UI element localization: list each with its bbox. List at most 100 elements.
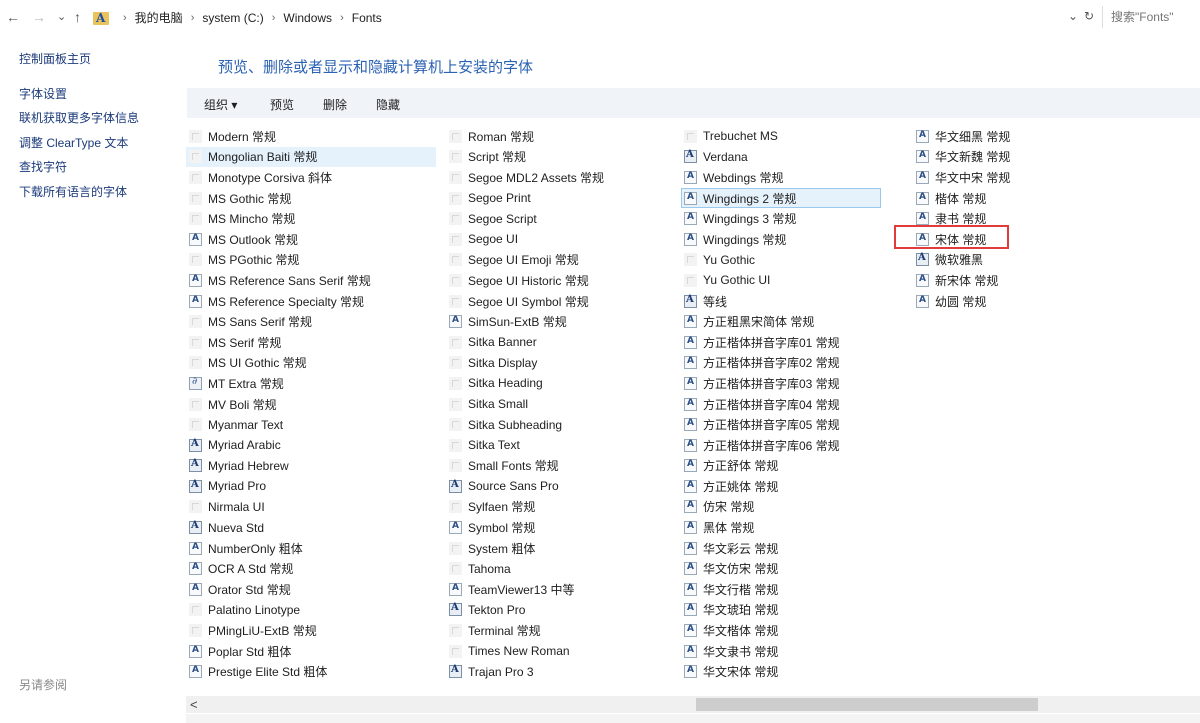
font-item[interactable]: Trebuchet MS <box>681 126 881 147</box>
font-item[interactable]: 华文楷体 常规 <box>681 620 881 641</box>
font-item[interactable]: Sitka Display <box>446 353 676 374</box>
forward-arrow-icon[interactable]: → <box>32 8 46 26</box>
font-item[interactable]: Myriad Pro <box>186 476 436 497</box>
font-item[interactable]: Nueva Std <box>186 517 436 538</box>
preview-button[interactable]: 预览 <box>270 96 294 113</box>
font-item[interactable]: 华文宋体 常规 <box>681 661 881 682</box>
font-item[interactable]: 华文细黑 常规 <box>913 126 1113 147</box>
font-item[interactable]: Webdings 常规 <box>681 167 881 188</box>
control-panel-home-link[interactable]: 控制面板主页 <box>19 50 91 67</box>
font-item[interactable]: 华文新魏 常规 <box>913 147 1113 168</box>
font-item[interactable]: Myriad Arabic <box>186 435 436 456</box>
font-item[interactable]: PMingLiU-ExtB 常规 <box>186 620 436 641</box>
sidebar-link-download-fonts[interactable]: 下载所有语言的字体 <box>19 183 127 200</box>
font-item[interactable]: MS Outlook 常规 <box>186 229 436 250</box>
font-item[interactable]: Segoe Print <box>446 188 676 209</box>
font-item[interactable]: SimSun-ExtB 常规 <box>446 311 676 332</box>
breadcrumb-separator[interactable]: › <box>272 12 276 24</box>
font-item[interactable]: Terminal 常规 <box>446 620 676 641</box>
sidebar-link-cleartype[interactable]: 调整 ClearType 文本 <box>19 134 128 151</box>
font-item[interactable]: Sitka Heading <box>446 373 676 394</box>
font-item[interactable]: Segoe UI Emoji 常规 <box>446 250 676 271</box>
font-item[interactable]: MT Extra 常规 <box>186 373 436 394</box>
font-item[interactable]: Tekton Pro <box>446 600 676 621</box>
font-item[interactable]: Monotype Corsiva 斜体 <box>186 167 436 188</box>
sidebar-link-online-fonts[interactable]: 联机获取更多字体信息 <box>19 109 139 126</box>
scroll-left-icon[interactable]: < <box>190 697 198 712</box>
font-item[interactable]: Poplar Std 粗体 <box>186 641 436 662</box>
font-item[interactable]: Mongolian Baiti 常规 <box>186 146 436 168</box>
font-item[interactable]: Palatino Linotype <box>186 600 436 621</box>
font-item[interactable]: 方正姚体 常规 <box>681 476 881 497</box>
font-item[interactable]: OCR A Std 常规 <box>186 558 436 579</box>
font-item[interactable]: MS Gothic 常规 <box>186 188 436 209</box>
font-item[interactable]: Prestige Elite Std 粗体 <box>186 661 436 682</box>
font-item[interactable]: Sitka Small <box>446 394 676 415</box>
font-item[interactable]: Segoe UI Symbol 常规 <box>446 291 676 312</box>
breadcrumb-separator[interactable]: › <box>191 12 195 24</box>
recent-locations-icon[interactable]: ⌄ <box>57 8 66 26</box>
font-item[interactable]: Wingdings 2 常规 <box>681 187 881 209</box>
font-item[interactable]: Verdana <box>681 147 881 168</box>
font-item[interactable]: 华文琥珀 常规 <box>681 600 881 621</box>
font-item[interactable]: Sylfaen 常规 <box>446 497 676 518</box>
font-item[interactable]: 方正楷体拼音字库01 常规 <box>681 332 881 353</box>
font-item[interactable]: Nirmala UI <box>186 497 436 518</box>
breadcrumb-system-c[interactable]: system (C:) <box>202 11 263 25</box>
organize-button[interactable]: 组织 ▾ <box>204 96 237 113</box>
font-item[interactable]: 宋体 常规 <box>913 229 1113 250</box>
font-item[interactable]: 等线 <box>681 291 881 312</box>
font-item[interactable]: Yu Gothic <box>681 250 881 271</box>
font-item[interactable]: Sitka Banner <box>446 332 676 353</box>
font-item[interactable]: TeamViewer13 中等 <box>446 579 676 600</box>
address-box[interactable]: A › 我的电脑 › system (C:) › Windows › Fonts <box>93 6 1095 28</box>
font-item[interactable]: Roman 常规 <box>446 126 676 147</box>
font-item[interactable]: Orator Std 常规 <box>186 579 436 600</box>
font-item[interactable]: MS Sans Serif 常规 <box>186 311 436 332</box>
font-item[interactable]: MS UI Gothic 常规 <box>186 353 436 374</box>
font-item[interactable]: MS Reference Sans Serif 常规 <box>186 270 436 291</box>
font-item[interactable]: 方正楷体拼音字库02 常规 <box>681 353 881 374</box>
font-item[interactable]: Times New Roman <box>446 641 676 662</box>
font-item[interactable]: 方正楷体拼音字库06 常规 <box>681 435 881 456</box>
font-item[interactable]: 华文彩云 常规 <box>681 538 881 559</box>
sidebar-link-find-character[interactable]: 查找字符 <box>19 158 67 175</box>
font-item[interactable]: Sitka Text <box>446 435 676 456</box>
font-item[interactable]: Segoe UI <box>446 229 676 250</box>
font-item[interactable]: Segoe Script <box>446 208 676 229</box>
font-item[interactable]: 方正楷体拼音字库03 常规 <box>681 373 881 394</box>
font-item[interactable]: 华文行楷 常规 <box>681 579 881 600</box>
font-item[interactable]: Wingdings 3 常规 <box>681 208 881 229</box>
up-arrow-icon[interactable]: ↑ <box>74 8 81 26</box>
breadcrumb-fonts[interactable]: Fonts <box>352 11 382 25</box>
font-item[interactable]: Tahoma <box>446 558 676 579</box>
font-item[interactable]: MS Serif 常规 <box>186 332 436 353</box>
font-item[interactable]: Yu Gothic UI <box>681 270 881 291</box>
font-item[interactable]: Sitka Subheading <box>446 414 676 435</box>
font-item[interactable]: MS Reference Specialty 常规 <box>186 291 436 312</box>
font-item[interactable]: Small Fonts 常规 <box>446 456 676 477</box>
font-item[interactable]: MV Boli 常规 <box>186 394 436 415</box>
font-item[interactable]: 黑体 常规 <box>681 517 881 538</box>
refresh-icon[interactable]: ↻ <box>1084 9 1094 23</box>
font-item[interactable]: MS PGothic 常规 <box>186 250 436 271</box>
font-item[interactable]: 华文隶书 常规 <box>681 641 881 662</box>
font-item[interactable]: 方正楷体拼音字库04 常规 <box>681 394 881 415</box>
font-item[interactable]: System 粗体 <box>446 538 676 559</box>
back-arrow-icon[interactable]: ← <box>6 8 20 26</box>
font-item[interactable]: 方正舒体 常规 <box>681 456 881 477</box>
sidebar-link-font-settings[interactable]: 字体设置 <box>19 85 67 102</box>
breadcrumb-windows[interactable]: Windows <box>283 11 332 25</box>
address-dropdown-icon[interactable]: ⌄ <box>1068 9 1078 23</box>
delete-button[interactable]: 删除 <box>323 96 347 113</box>
font-item[interactable]: 隶书 常规 <box>913 208 1113 229</box>
font-item[interactable]: Segoe MDL2 Assets 常规 <box>446 167 676 188</box>
breadcrumb-separator[interactable]: › <box>340 12 344 24</box>
font-item[interactable]: 方正粗黑宋简体 常规 <box>681 311 881 332</box>
breadcrumb-my-computer[interactable]: 我的电脑 <box>135 9 183 26</box>
font-item[interactable]: 楷体 常规 <box>913 188 1113 209</box>
horizontal-scrollbar[interactable]: < <box>186 696 1200 713</box>
font-item[interactable]: NumberOnly 粗体 <box>186 538 436 559</box>
search-input[interactable] <box>1103 6 1200 28</box>
font-item[interactable]: 幼圆 常规 <box>913 291 1113 312</box>
